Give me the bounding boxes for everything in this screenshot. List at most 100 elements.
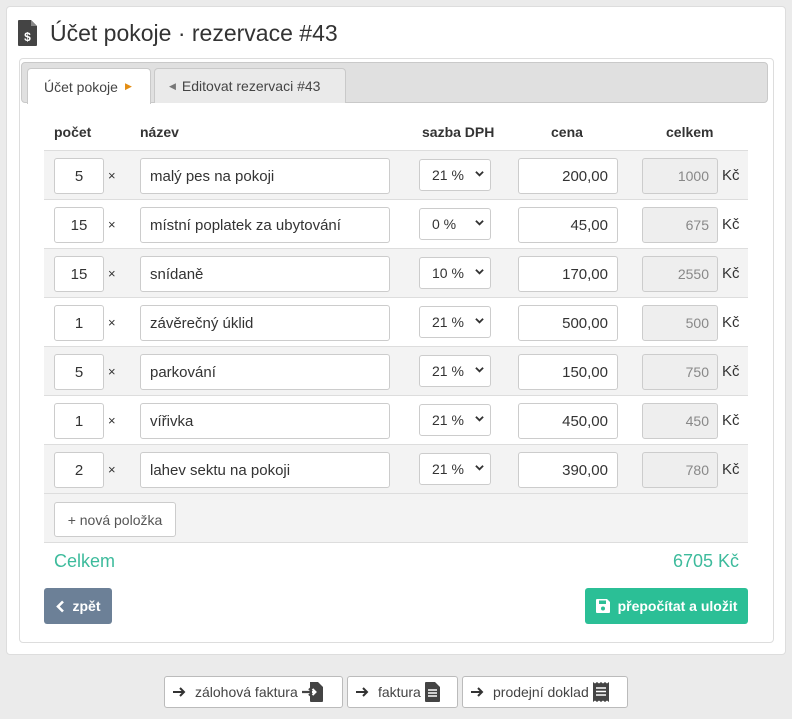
times-sign: × [108,462,116,477]
row-total-field: 750 [642,354,718,390]
times-sign: × [108,315,116,330]
table-row: 1 × závěrečný úklid 21 % 500,00 500 Kč [44,297,748,346]
add-item-button[interactable]: + nová položka [54,502,176,537]
currency-label: Kč [722,412,740,429]
vat-select[interactable]: 21 % [419,355,491,387]
tab-bar: Účet pokoje ▶ ◀ Editovat rezervaci #43 [21,62,768,104]
file-invoice-icon [424,682,440,702]
recalculate-save-button[interactable]: přepočítat a uložit [585,588,748,624]
currency-label: Kč [722,265,740,282]
row-total-field: 675 [642,207,718,243]
tab-edit-reservation[interactable]: ◀ Editovat rezervaci #43 [154,68,346,103]
table-row: 5 × malý pes na pokoji 21 % 200,00 1000 … [44,150,748,199]
chevron-down-icon [475,367,484,373]
times-sign: × [108,168,116,183]
table-row: 1 × vířivka 21 % 450,00 450 Kč [44,395,748,444]
item-name-input[interactable]: vířivka [140,403,390,439]
vat-select[interactable]: 0 % [419,208,491,240]
currency-label: Kč [722,363,740,380]
times-sign: × [108,217,116,232]
invoice-button[interactable]: faktura [347,676,458,708]
grand-total-label: Celkem [54,551,116,571]
quantity-input[interactable]: 1 [54,403,104,439]
table-row: 15 × snídaně 10 % 170,00 2550 Kč [44,248,748,297]
arrow-right-icon [173,687,186,697]
item-name-input[interactable]: místní poplatek za ubytování [140,207,390,243]
item-name-input[interactable]: parkování [140,354,390,390]
times-sign: × [108,266,116,281]
price-input[interactable]: 390,00 [518,452,618,488]
price-input[interactable]: 450,00 [518,403,618,439]
chevron-down-icon [475,416,484,422]
column-header-vat: sazba DPH [422,124,495,140]
quantity-input[interactable]: 15 [54,256,104,292]
vat-select[interactable]: 10 % [419,257,491,289]
price-input[interactable]: 45,00 [518,207,618,243]
vat-value: 21 % [432,167,464,183]
back-button[interactable]: zpět [44,588,112,624]
sales-receipt-button[interactable]: prodejní doklad [462,676,628,708]
vat-value: 21 % [432,314,464,330]
table-row: 5 × parkování 21 % 150,00 750 Kč [44,346,748,395]
vat-select[interactable]: 21 % [419,404,491,436]
footer-label: zálohová faktura [195,684,298,700]
currency-label: Kč [722,461,740,478]
item-name-input[interactable]: snídaně [140,256,390,292]
tab-room-bill[interactable]: Účet pokoje ▶ [27,68,151,104]
price-input[interactable]: 170,00 [518,256,618,292]
times-sign: × [108,364,116,379]
vat-value: 21 % [432,461,464,477]
add-item-row: + nová položka [44,493,748,543]
item-name-input[interactable]: závěrečný úklid [140,305,390,341]
back-button-label: zpět [72,598,101,614]
quantity-input[interactable]: 5 [54,158,104,194]
caret-right-icon: ▶ [124,81,132,91]
currency-label: Kč [722,167,740,184]
tab-label: Editovat rezervaci #43 [181,78,321,94]
row-total-field: 780 [642,452,718,488]
items-table: 5 × malý pes na pokoji 21 % 200,00 1000 … [44,150,748,543]
page-header: $ Účet pokoje · rezervace #43 [18,18,338,48]
chevron-down-icon [475,465,484,471]
vat-select[interactable]: 21 % [419,453,491,485]
price-input[interactable]: 500,00 [518,305,618,341]
row-total-field: 450 [642,403,718,439]
currency-label: Kč [722,314,740,331]
item-name-input[interactable]: malý pes na pokoji [140,158,390,194]
vat-value: 21 % [432,363,464,379]
price-input[interactable]: 150,00 [518,354,618,390]
quantity-input[interactable]: 1 [54,305,104,341]
footer-label: prodejní doklad [493,684,589,700]
vat-value: 10 % [432,265,464,281]
vat-select[interactable]: 21 % [419,159,491,191]
vat-select[interactable]: 21 % [419,306,491,338]
footer-label: faktura [378,684,421,700]
file-import-icon [301,682,323,702]
column-header-total: celkem [666,124,714,140]
quantity-input[interactable]: 5 [54,354,104,390]
receipt-icon [592,682,609,702]
chevron-down-icon [475,171,484,177]
deposit-invoice-button[interactable]: zálohová faktura [164,676,343,708]
arrow-right-icon [471,687,484,697]
svg-text:$: $ [24,30,31,44]
row-total-field: 2550 [642,256,718,292]
column-header-qty: počet [54,124,92,140]
quantity-input[interactable]: 15 [54,207,104,243]
row-total-field: 500 [642,305,718,341]
quantity-input[interactable]: 2 [54,452,104,488]
vat-value: 21 % [432,412,464,428]
invoice-dollar-icon: $ [18,20,37,46]
save-button-label: přepočítat a uložit [617,598,738,614]
page-title: Účet pokoje · rezervace #43 [50,19,338,46]
tab-label: Účet pokoje [44,78,118,95]
chevron-down-icon [475,318,484,324]
item-name-input[interactable]: lahev sektu na pokoji [140,452,390,488]
table-row: 2 × lahev sektu na pokoji 21 % 390,00 78… [44,444,748,493]
currency-label: Kč [722,216,740,233]
price-input[interactable]: 200,00 [518,158,618,194]
floppy-disk-icon [595,599,610,613]
arrow-right-icon [356,687,369,697]
vat-value: 0 % [432,216,457,232]
column-header-name: název [140,124,179,140]
